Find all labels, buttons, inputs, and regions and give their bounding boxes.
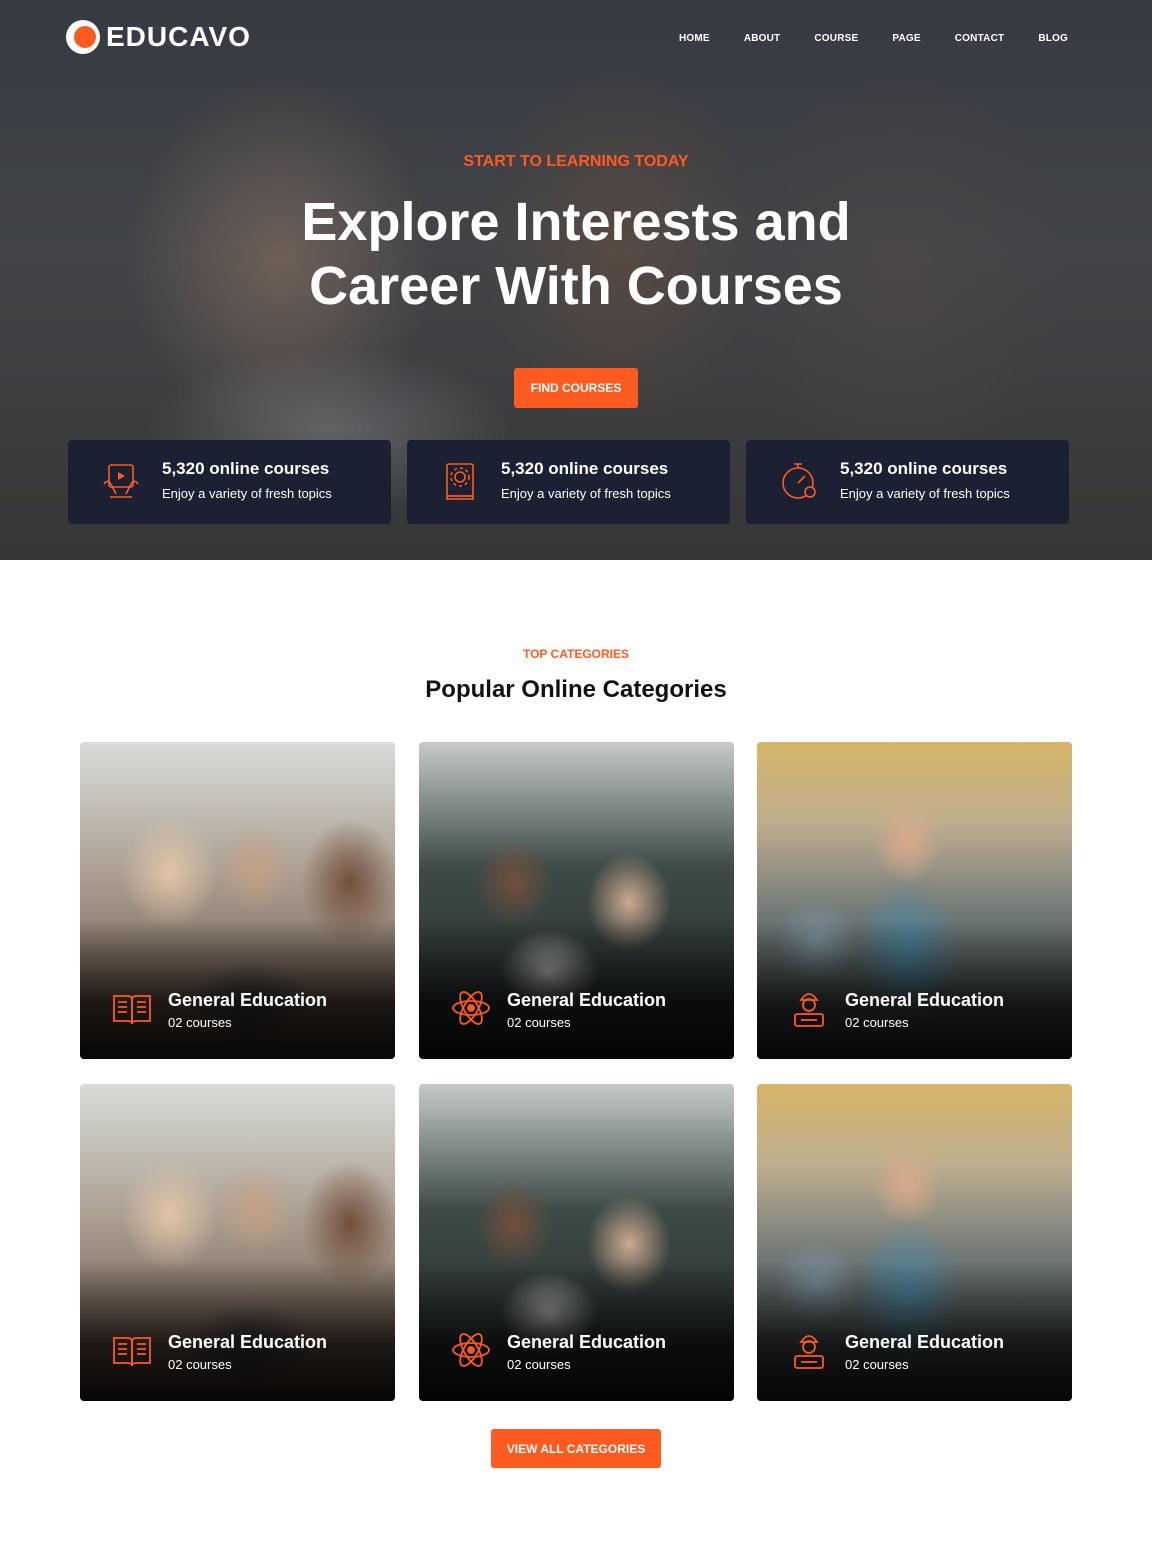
category-title: General Education <box>845 990 1005 1010</box>
category-title: General Education <box>168 990 328 1010</box>
category-title: General Education <box>507 990 667 1010</box>
stopwatch-icon <box>782 463 816 499</box>
logo-text: EDUCAVO <box>106 21 251 52</box>
main-nav: HOME ABOUT COURSE PAGE CONTACT BLOG <box>645 33 1068 44</box>
categories-title: Popular Online Categories <box>425 676 727 703</box>
find-courses-button[interactable]: FIND COURSES <box>514 368 638 408</box>
nav-page[interactable]: PAGE <box>892 33 920 44</box>
stat-subtitle: Enjoy a variety of fresh topics <box>840 486 1010 501</box>
view-all-categories-button[interactable]: VIEW ALL CATEGORIES <box>491 1429 661 1468</box>
stats-row: 5,320 online courses Enjoy a variety of … <box>68 440 1069 524</box>
stat-card: 5,320 online courses Enjoy a variety of … <box>407 440 730 524</box>
book-icon <box>113 1337 151 1367</box>
book-icon <box>113 995 151 1025</box>
category-card[interactable]: General Education 02 courses <box>419 1084 734 1401</box>
atom-icon <box>452 991 490 1025</box>
gear-book-icon <box>446 463 474 500</box>
stat-title: 5,320 online courses <box>840 459 1008 478</box>
engineer-icon <box>794 993 824 1027</box>
category-count: 02 courses <box>507 1357 571 1372</box>
category-card[interactable]: General Education 02 courses <box>419 742 734 1059</box>
nav-course[interactable]: COURSE <box>814 33 858 44</box>
category-count: 02 courses <box>507 1015 571 1030</box>
hero-eyebrow: START TO LEARNING TODAY <box>463 153 689 170</box>
hero-title-line2: Career With Courses <box>309 256 843 316</box>
stat-card: 5,320 online courses Enjoy a variety of … <box>68 440 391 524</box>
category-title: General Education <box>507 1332 667 1352</box>
nav-home[interactable]: HOME <box>679 33 710 44</box>
hero-section: EDUCAVO HOME ABOUT COURSE PAGE CONTACT B… <box>0 0 1152 560</box>
engineer-icon <box>794 1335 824 1369</box>
category-count: 02 courses <box>168 1015 232 1030</box>
nav-blog[interactable]: BLOG <box>1038 33 1068 44</box>
category-card[interactable]: General Education 02 courses <box>80 742 395 1059</box>
stat-title: 5,320 online courses <box>162 459 330 478</box>
category-count: 02 courses <box>168 1357 232 1372</box>
category-count: 02 courses <box>845 1357 909 1372</box>
category-card[interactable]: General Education 02 courses <box>757 1084 1072 1401</box>
stat-title: 5,320 online courses <box>501 459 669 478</box>
category-card[interactable]: General Education 02 courses <box>80 1084 395 1401</box>
nav-contact[interactable]: CONTACT <box>955 33 1005 44</box>
logo-mark-icon <box>66 20 100 54</box>
hero-title: Explore Interests and Career With Course… <box>0 190 1152 318</box>
nav-about[interactable]: ABOUT <box>744 33 781 44</box>
stat-card: 5,320 online courses Enjoy a variety of … <box>746 440 1069 524</box>
stat-subtitle: Enjoy a variety of fresh topics <box>162 486 332 501</box>
category-card[interactable]: General Education 02 courses <box>757 742 1072 1059</box>
video-tablet-icon <box>103 464 139 498</box>
logo[interactable]: EDUCAVO <box>66 20 251 54</box>
category-title: General Education <box>845 1332 1005 1352</box>
atom-icon <box>452 1333 490 1367</box>
category-title: General Education <box>168 1332 328 1352</box>
category-count: 02 courses <box>845 1015 909 1030</box>
hero-title-line1: Explore Interests and <box>301 192 851 252</box>
stat-subtitle: Enjoy a variety of fresh topics <box>501 486 671 501</box>
categories-eyebrow: TOP CATEGORIES <box>522 647 630 661</box>
